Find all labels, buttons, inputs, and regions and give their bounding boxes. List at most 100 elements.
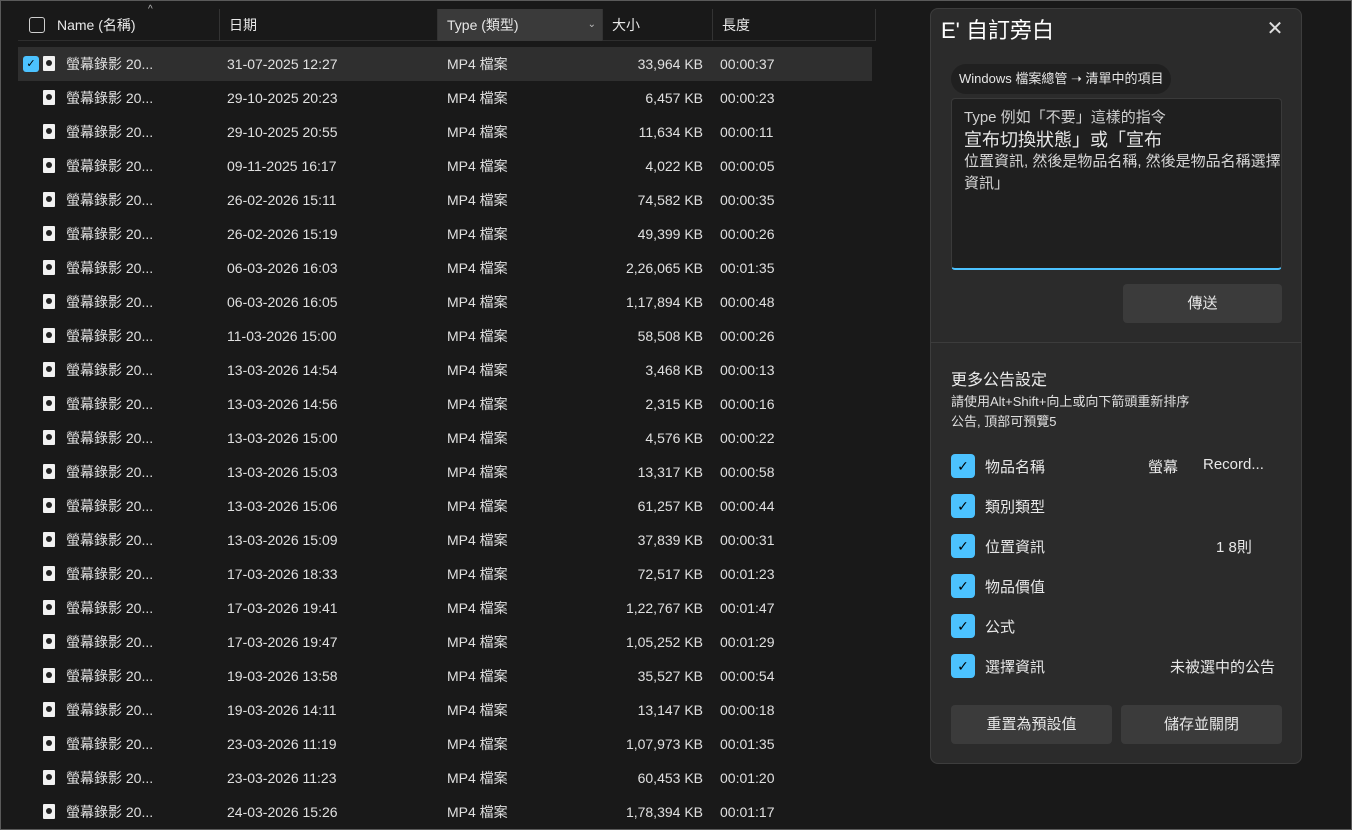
option-label: 物品名稱 [985, 459, 1046, 476]
cell-size: 49,399 KB [637, 226, 703, 242]
checkmark-icon[interactable]: ✓ [951, 654, 975, 678]
checkmark-icon[interactable]: ✓ [951, 494, 975, 518]
save-close-button[interactable]: 儲存並關閉 [1121, 705, 1282, 744]
video-file-icon [43, 668, 55, 683]
option-item-value[interactable]: ✓ 物品價值 [951, 574, 1291, 600]
checkmark-icon[interactable]: ✓ [951, 534, 975, 558]
table-row[interactable]: 螢幕錄影 20... 19-03-2026 14:11 MP4 檔案 13,147 K… [18, 693, 872, 727]
table-row[interactable]: 螢幕錄影 20... 13-03-2026 15:06 MP4 檔案 61,257 K… [18, 489, 872, 523]
cell-type: MP4 檔案 [447, 702, 508, 718]
cell-date: 17-03-2026 19:47 [227, 634, 338, 650]
cell-name: 螢幕錄影 20... [66, 192, 154, 208]
cell-date: 31-07-2025 12:27 [227, 56, 338, 72]
table-row[interactable]: 螢幕錄影 20... 29-10-2025 20:23 MP4 檔案 6,457 KB… [18, 81, 872, 115]
table-row[interactable]: 螢幕錄影 20... 13-03-2026 15:09 MP4 檔案 37,839 K… [18, 523, 872, 557]
checkmark-icon[interactable]: ✓ [951, 454, 975, 478]
cell-name: 螢幕錄影 20... [66, 158, 154, 174]
cell-name: 螢幕錄影 20... [66, 634, 154, 650]
table-row[interactable]: 螢幕錄影 20... 26-02-2026 15:19 MP4 檔案 49,399 K… [18, 217, 872, 251]
table-row[interactable]: 螢幕錄影 20... 06-03-2026 16:03 MP4 檔案 2,26,065… [18, 251, 872, 285]
instruction-input[interactable]: Type 例如「不要」這樣的指令 宣布切換狀態」或「宣布 位置資訊, 然後是物品… [951, 98, 1282, 270]
option-label: 位置資訊 [985, 539, 1046, 556]
option-value: 1 8則 [1216, 539, 1252, 556]
cell-length: 00:00:37 [720, 56, 775, 72]
cell-size: 72,517 KB [637, 566, 703, 582]
cell-size: 33,964 KB [637, 56, 703, 72]
cell-name: 螢幕錄影 20... [66, 260, 154, 276]
table-row[interactable]: ✓ 螢幕錄影 20... 31-07-2025 12:27 MP4 檔案 33,964 … [18, 47, 872, 81]
checkmark-icon[interactable]: ✓ [951, 574, 975, 598]
cell-type: MP4 檔案 [447, 498, 508, 514]
video-file-icon [43, 600, 55, 615]
cell-size: 1,78,394 KB [625, 804, 703, 820]
cell-type: MP4 檔案 [447, 634, 508, 650]
cell-date: 29-10-2025 20:23 [227, 90, 338, 106]
table-row[interactable]: 螢幕錄影 20... 17-03-2026 18:33 MP4 檔案 72,517 K… [18, 557, 872, 591]
table-row[interactable]: 螢幕錄影 20... 17-03-2026 19:41 MP4 檔案 1,22,767… [18, 591, 872, 625]
option-label: 物品價值 [985, 579, 1046, 596]
table-row[interactable]: 螢幕錄影 20... 23-03-2026 11:23 MP4 檔案 60,453 K… [18, 761, 872, 795]
column-date[interactable]: 日期 [220, 9, 438, 41]
chevron-down-icon[interactable]: ⌄ [588, 9, 596, 41]
cell-size: 2,315 KB [645, 396, 703, 412]
table-row[interactable]: 螢幕錄影 20... 13-03-2026 15:03 MP4 檔案 13,317 K… [18, 455, 872, 489]
table-row[interactable]: 螢幕錄影 20... 13-03-2026 14:56 MP4 檔案 2,315 KB… [18, 387, 872, 421]
cell-type: MP4 檔案 [447, 226, 508, 242]
table-row[interactable]: 螢幕錄影 20... 13-03-2026 15:00 MP4 檔案 4,576 KB… [18, 421, 872, 455]
table-row[interactable]: 螢幕錄影 20... 17-03-2026 19:47 MP4 檔案 1,05,252… [18, 625, 872, 659]
column-type[interactable]: Type (類型) ⌄ [438, 9, 603, 41]
context-chip: Windows 檔案總管 ➝ 清單中的項目 [951, 64, 1172, 94]
column-size-label: 大小 [612, 17, 640, 33]
option-item-name[interactable]: ✓ 物品名稱 螢幕 Record... [951, 454, 1291, 480]
table-row[interactable]: 螢幕錄影 20... 29-10-2025 20:55 MP4 檔案 11,634 K… [18, 115, 872, 149]
close-icon[interactable]: ✕ [1259, 13, 1291, 45]
checkmark-icon[interactable]: ✓ [23, 56, 39, 72]
cell-type: MP4 檔案 [447, 532, 508, 548]
video-file-icon [43, 566, 55, 581]
cell-name: 螢幕錄影 20... [66, 396, 154, 412]
cell-name: 螢幕錄影 20... [66, 702, 154, 718]
reset-button[interactable]: 重置為預設值 [951, 705, 1112, 744]
column-size[interactable]: 大小 [603, 9, 713, 41]
cell-type: MP4 檔案 [447, 294, 508, 310]
table-row[interactable]: 螢幕錄影 20... 09-11-2025 16:17 MP4 檔案 4,022 KB… [18, 149, 872, 183]
table-row[interactable]: 螢幕錄影 20... 13-03-2026 14:54 MP4 檔案 3,468 KB… [18, 353, 872, 387]
cell-date: 19-03-2026 14:11 [227, 702, 337, 718]
table-row[interactable]: 螢幕錄影 20... 26-02-2026 15:11 MP4 檔案 74,582 K… [18, 183, 872, 217]
option-formula[interactable]: ✓ 公式 [951, 614, 1291, 640]
column-length[interactable]: 長度 [713, 9, 876, 41]
cell-name: 螢幕錄影 20... [66, 226, 154, 242]
column-name[interactable]: Name (名稱) ^ [48, 5, 220, 41]
cell-date: 19-03-2026 13:58 [227, 668, 338, 684]
more-settings-description: 請使用Alt+Shift+向上或向下箭頭重新排序公告, 頂部可預覽5 [951, 394, 1190, 429]
option-value: 螢幕 [1148, 459, 1179, 476]
table-row[interactable]: 螢幕錄影 20... 19-03-2026 13:58 MP4 檔案 35,527 K… [18, 659, 872, 693]
option-selection-info[interactable]: ✓ 選擇資訊 未被選中的公告 [951, 654, 1291, 680]
video-file-icon [43, 464, 55, 479]
cell-size: 1,07,973 KB [625, 736, 703, 752]
cell-length: 00:00:26 [720, 328, 775, 344]
cell-date: 13-03-2026 14:54 [227, 362, 338, 378]
cell-name: 螢幕錄影 20... [66, 90, 154, 106]
cell-size: 13,317 KB [637, 464, 703, 480]
option-value-secondary: Record... [1203, 456, 1264, 473]
table-row[interactable]: 螢幕錄影 20... 23-03-2026 11:19 MP4 檔案 1,07,973… [18, 727, 872, 761]
option-position-info[interactable]: ✓ 位置資訊 1 8則 [951, 534, 1291, 560]
table-row[interactable]: 螢幕錄影 20... 24-03-2026 15:26 MP4 檔案 1,78,394… [18, 795, 872, 829]
cell-size: 3,468 KB [645, 362, 703, 378]
cell-size: 37,839 KB [637, 532, 703, 548]
video-file-icon [43, 294, 55, 309]
video-file-icon [43, 328, 55, 343]
cell-type: MP4 檔案 [447, 566, 508, 582]
cell-size: 58,508 KB [637, 328, 703, 344]
cell-date: 13-03-2026 15:06 [227, 498, 338, 514]
checkmark-icon[interactable]: ✓ [951, 614, 975, 638]
send-button[interactable]: 傳送 [1123, 284, 1282, 323]
table-row[interactable]: 螢幕錄影 20... 11-03-2026 15:00 MP4 檔案 58,508 K… [18, 319, 872, 353]
cell-length: 00:00:11 [720, 124, 774, 140]
option-category-type[interactable]: ✓ 類別類型 [951, 494, 1291, 520]
cell-name: 螢幕錄影 20... [66, 56, 154, 72]
select-all-checkbox[interactable] [29, 17, 45, 33]
table-row[interactable]: 螢幕錄影 20... 06-03-2026 16:05 MP4 檔案 1,17,894… [18, 285, 872, 319]
cell-name: 螢幕錄影 20... [66, 566, 154, 582]
